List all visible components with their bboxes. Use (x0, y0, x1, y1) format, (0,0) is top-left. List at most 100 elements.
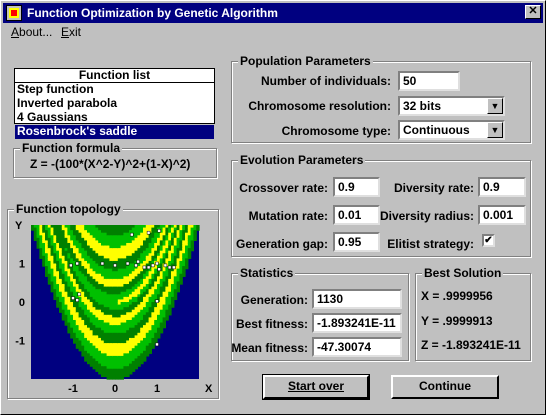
individuals-label: Number of individuals: (260, 74, 391, 88)
best-x: X = .9999956 (421, 289, 493, 303)
best-solution-legend: Best Solution (422, 266, 504, 280)
diversity-radius-input[interactable]: 0.001 (478, 205, 526, 225)
population-point (151, 263, 155, 268)
chromosome-type-select[interactable]: Continuous ▼ (398, 120, 505, 140)
contour-cell (151, 345, 155, 349)
best-fitness-value: -1.893241E-11 (312, 313, 402, 333)
formula-text: Z = -(100*(X^2-Y)^2+(1-X)^2) (30, 157, 191, 171)
menu-exit[interactable]: Exit (61, 25, 81, 39)
contour-cell (185, 266, 189, 270)
population-point (157, 229, 161, 233)
best-z: Z = -1.893241E-11 (421, 338, 521, 352)
window-title: Function Optimization by Genetic Algorit… (27, 6, 278, 20)
formula-group: Function formula Z = -(100*(X^2-Y)^2+(1-… (13, 141, 217, 178)
menu-exit-mnemonic: E (61, 25, 70, 39)
mutation-label: Mutation rate: (248, 209, 328, 223)
menu-about[interactable]: About... (11, 25, 52, 39)
menu-exit-label: xit (69, 25, 82, 39)
diversity-rate-label: Diversity rate: (393, 181, 474, 195)
continue-button[interactable]: Continue (391, 375, 499, 399)
population-point (69, 263, 73, 268)
generation-label: Generation: (240, 293, 308, 307)
x-tick-label: 1 (154, 383, 160, 395)
contour-cell (171, 304, 175, 308)
formula-legend: Function formula (20, 141, 122, 155)
population-point (125, 261, 130, 266)
x-tick-label: -1 (68, 383, 78, 395)
function-list-item[interactable]: Inverted parabola (15, 97, 214, 111)
generation-gap-input[interactable]: 0.95 (333, 232, 380, 252)
best-y: Y = .9999913 (421, 314, 493, 328)
population-point (155, 299, 159, 303)
x-axis-label: X (205, 383, 213, 395)
evolution-legend: Evolution Parameters (238, 153, 366, 167)
elitist-label: Elitist strategy: (387, 237, 474, 251)
crossover-input[interactable]: 0.9 (333, 177, 380, 197)
contour-cell (187, 255, 192, 259)
statistics-legend: Statistics (238, 266, 296, 280)
contour-cell (176, 289, 180, 293)
diversity-radius-label: Diversity radius: (379, 209, 474, 223)
function-list-item[interactable]: Step function (15, 83, 214, 97)
contour-cell (196, 227, 200, 231)
function-list-item-selected[interactable]: Rosenbrock's saddle (15, 125, 214, 139)
app-icon[interactable] (6, 5, 22, 21)
contour-cell (173, 296, 178, 301)
function-list[interactable]: Function list Step function Inverted par… (14, 68, 215, 139)
contour-cell (190, 248, 194, 252)
title-bar: Function Optimization by Genetic Algorit… (3, 3, 543, 23)
start-over-label: Start over (287, 379, 345, 393)
population-point (134, 263, 138, 268)
diversity-rate-input[interactable]: 0.9 (478, 177, 526, 197)
population-legend: Population Parameters (238, 54, 373, 68)
chromosome-type-value: Continuous (403, 123, 470, 137)
population-point (71, 296, 75, 300)
population-point (130, 232, 134, 237)
mean-fitness-value: -47.30074 (312, 337, 402, 357)
function-list-item[interactable]: 4 Gaussians (15, 111, 214, 125)
chevron-down-icon[interactable]: ▼ (487, 122, 503, 138)
menu-bar: About... Exit (3, 23, 543, 41)
y-axis-label: Y (15, 220, 23, 232)
function-list-header: Function list (15, 69, 214, 83)
population-point (155, 261, 159, 266)
best-fitness-label: Best fitness: (235, 317, 308, 331)
population-point (146, 230, 151, 235)
topology-plot: -1 0 1 1 0 -1 Y X (15, 220, 213, 395)
start-over-button[interactable]: Start over (262, 374, 370, 400)
generation-gap-label: Generation gap: (235, 237, 328, 251)
contour-cell (179, 281, 183, 285)
individuals-input[interactable]: 50 (398, 71, 460, 91)
resolution-value: 32 bits (403, 99, 442, 113)
close-button[interactable]: ✕ (525, 5, 541, 19)
population-point (100, 261, 105, 266)
population-point (75, 298, 79, 302)
population-point (75, 261, 79, 266)
crossover-label: Crossover rate: (239, 181, 328, 195)
resolution-select[interactable]: 32 bits ▼ (398, 96, 505, 116)
checkmark-icon: ✔ (484, 235, 493, 246)
chromosome-type-label: Chromosome type: (281, 124, 391, 138)
x-tick-label: 0 (112, 383, 118, 395)
population-point (157, 267, 161, 272)
contour-cell (159, 330, 164, 334)
y-tick-label: 0 (19, 297, 25, 309)
y-tick-label: -1 (15, 336, 25, 348)
elitist-checkbox[interactable]: ✔ (482, 234, 495, 247)
contour-cell (168, 312, 172, 316)
population-point (77, 292, 82, 297)
contour-cell (193, 237, 197, 241)
population-point (163, 263, 168, 268)
generation-value: 1130 (312, 289, 402, 309)
chevron-down-icon[interactable]: ▼ (487, 98, 503, 114)
population-point (142, 265, 147, 270)
population-point (155, 342, 159, 347)
population-point (113, 263, 117, 268)
population-point (167, 265, 172, 270)
y-tick-label: 1 (19, 259, 25, 271)
mutation-input[interactable]: 0.01 (333, 205, 380, 225)
population-point (146, 265, 151, 270)
menu-about-label: bout... (19, 25, 53, 39)
contour-cell (182, 273, 186, 277)
contour-cell (165, 317, 169, 321)
